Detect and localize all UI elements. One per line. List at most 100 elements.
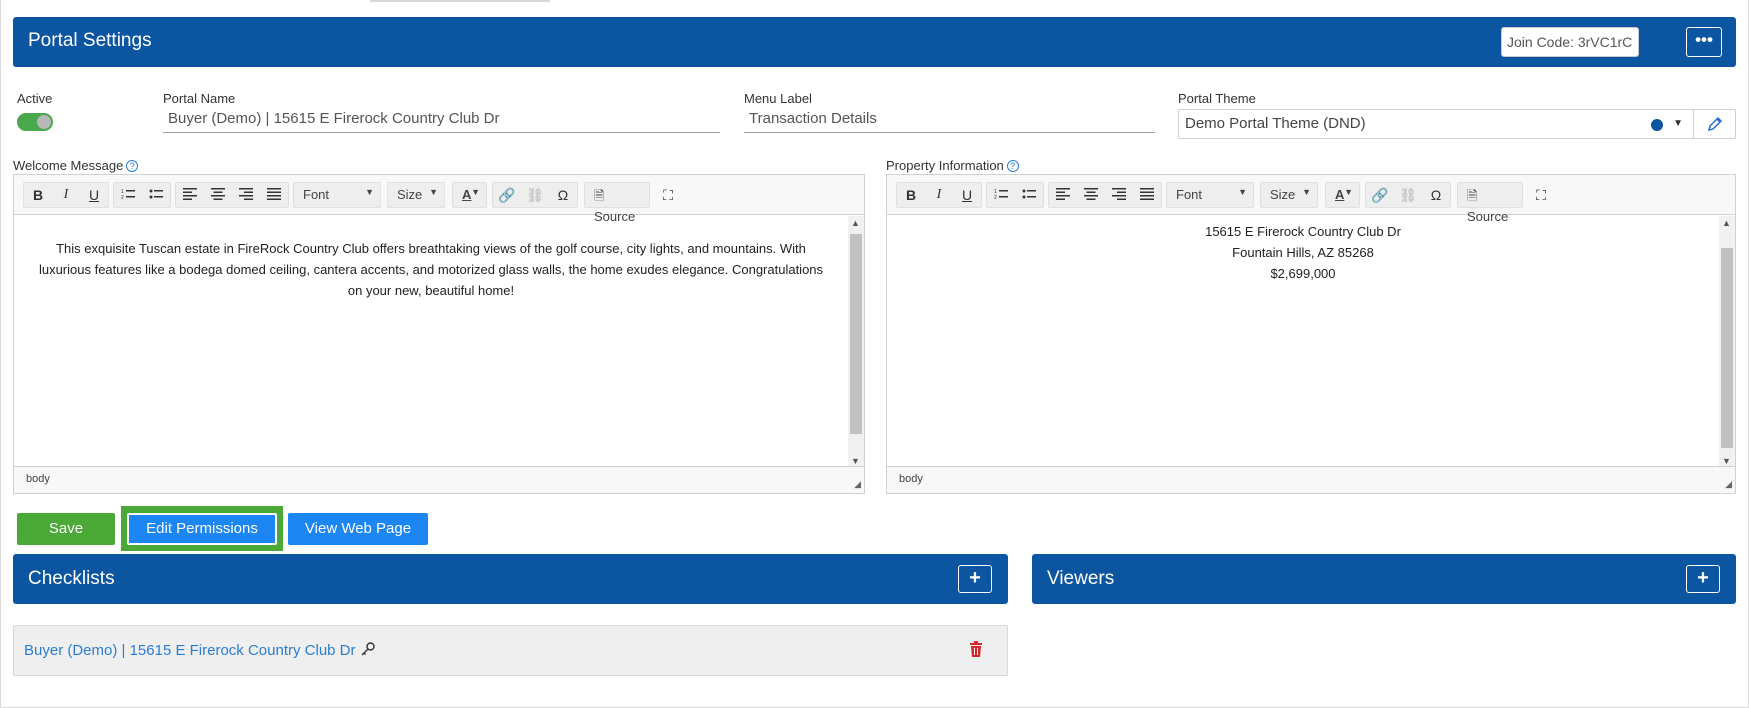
align-center-icon[interactable] [204, 183, 232, 207]
size-dropdown[interactable]: Size ▼ [1260, 182, 1318, 208]
numbered-list-icon[interactable]: 12 [987, 183, 1015, 207]
bulleted-list-icon[interactable] [142, 183, 170, 207]
align-left-icon[interactable] [1049, 183, 1077, 207]
font-dropdown-label: Font [303, 187, 330, 202]
active-label: Active [17, 91, 53, 106]
insert-group: 🔗 ⛓ Ω [1365, 182, 1451, 208]
scroll-down-icon[interactable]: ▼ [851, 456, 860, 466]
property-information-label-text: Property Information [886, 158, 1004, 173]
link-icon[interactable]: 🔗 [493, 183, 521, 207]
list-group: 12 [113, 182, 171, 208]
source-button[interactable]: 🗎 Source [1457, 182, 1523, 224]
list-item: Buyer (Demo) | 15615 E Firerock Country … [13, 625, 1008, 676]
join-code-field[interactable]: Join Code: 3rVC1rC [1501, 27, 1639, 57]
font-dropdown[interactable]: Font ▼ [293, 182, 381, 208]
property-scrollbar[interactable]: ▲ ▼ [1719, 216, 1735, 468]
editor-statusbar: body ◢ [14, 466, 864, 493]
property-price: $2,699,000 [1270, 266, 1336, 281]
edit-permissions-button[interactable]: Edit Permissions [127, 513, 277, 545]
portal-name-label: Portal Name [163, 91, 236, 106]
element-path[interactable]: body [899, 473, 923, 485]
trash-icon[interactable] [969, 641, 983, 657]
scrollbar-thumb[interactable] [850, 234, 862, 434]
align-left-icon[interactable] [176, 183, 204, 207]
element-path[interactable]: body [26, 473, 50, 485]
unlink-icon[interactable]: ⛓ [1394, 183, 1422, 207]
source-icon: 🗎 [594, 188, 605, 203]
chevron-down-icon: ▼ [429, 187, 438, 197]
menu-label-label: Menu Label [744, 91, 812, 106]
justify-icon[interactable] [260, 183, 288, 207]
chevron-down-icon: ▼ [1238, 187, 1247, 197]
italic-button[interactable]: I [925, 183, 953, 207]
property-address-line1: 15615 E Firerock Country Club Dr [1205, 224, 1401, 239]
property-information-editor: B I U 12 Font ▼ Size ▼ A ▼ 🔗 ⛓ Ω 🗎 Source ⛶… [886, 174, 1736, 494]
help-icon[interactable]: ? [1006, 160, 1019, 172]
scroll-up-icon[interactable]: ▲ [851, 218, 860, 228]
justify-icon[interactable] [1133, 183, 1161, 207]
checklists-header: Checklists + [13, 554, 1008, 604]
portal-theme-select[interactable]: Demo Portal Theme (DND) ▼ [1178, 109, 1694, 139]
basic-styles-group: B I U [23, 182, 109, 208]
source-icon: 🗎 [1467, 188, 1478, 203]
editor-toolbar: B I U 12 Font ▼ Size ▼ A ▼ 🔗 ⛓ Ω 🗎 Source ⛶ [14, 175, 864, 224]
italic-button[interactable]: I [52, 183, 80, 207]
welcome-message-content[interactable]: This exquisite Tuscan estate in FireRock… [14, 216, 848, 468]
view-web-page-button[interactable]: View Web Page [288, 513, 428, 545]
numbered-list-icon[interactable]: 12 [114, 183, 142, 207]
text-color-icon: A [462, 187, 472, 202]
more-options-button[interactable]: ••• [1686, 27, 1722, 57]
bulleted-list-icon[interactable] [1015, 183, 1043, 207]
bold-button[interactable]: B [897, 183, 925, 207]
edit-theme-button[interactable] [1693, 109, 1736, 139]
toggle-knob [37, 115, 51, 129]
unlink-icon[interactable]: ⛓ [521, 183, 549, 207]
resize-grip-icon[interactable]: ◢ [1725, 479, 1732, 490]
active-toggle[interactable] [17, 113, 53, 131]
link-icon[interactable]: 🔗 [1366, 183, 1394, 207]
bold-button[interactable]: B [24, 183, 52, 207]
help-icon[interactable]: ? [126, 160, 139, 172]
checklist-link[interactable]: Buyer (Demo) | 15615 E Firerock Country … [24, 641, 376, 659]
maximize-icon[interactable]: ⛶ [1527, 183, 1555, 207]
menu-label-input[interactable]: Transaction Details [744, 105, 1155, 133]
portal-settings-header: Portal Settings Join Code: 3rVC1rC ••• [13, 17, 1736, 67]
maximize-icon[interactable]: ⛶ [654, 183, 682, 207]
basic-styles-group: B I U [896, 182, 982, 208]
add-checklist-button[interactable]: + [958, 565, 992, 593]
scroll-up-icon[interactable]: ▲ [1722, 218, 1731, 228]
underline-button[interactable]: U [953, 183, 981, 207]
svg-text:2: 2 [994, 195, 997, 200]
pencil-icon [1707, 116, 1722, 132]
text-color-button[interactable]: A ▼ [1325, 182, 1360, 208]
scroll-down-icon[interactable]: ▼ [1722, 456, 1731, 466]
property-information-content[interactable]: 15615 E Firerock Country Club Dr Fountai… [887, 216, 1719, 468]
align-center-icon[interactable] [1077, 183, 1105, 207]
key-icon [361, 642, 375, 656]
text-color-button[interactable]: A ▼ [452, 182, 487, 208]
size-dropdown[interactable]: Size ▼ [387, 182, 445, 208]
editor-toolbar: B I U 12 Font ▼ Size ▼ A ▼ 🔗 ⛓ Ω 🗎 Source ⛶ [887, 175, 1735, 224]
special-character-button[interactable]: Ω [1422, 183, 1450, 207]
insert-group: 🔗 ⛓ Ω [492, 182, 578, 208]
size-dropdown-label: Size [397, 187, 423, 202]
list-group: 12 [986, 182, 1044, 208]
save-button[interactable]: Save [17, 513, 115, 545]
welcome-message-label-text: Welcome Message [13, 158, 124, 173]
align-right-icon[interactable] [1105, 183, 1133, 207]
viewers-header: Viewers + [1032, 554, 1736, 604]
resize-grip-icon[interactable]: ◢ [854, 479, 861, 490]
chevron-down-icon: ▼ [1302, 187, 1311, 197]
chevron-down-icon: ▼ [1673, 118, 1683, 129]
welcome-message-editor: B I U 12 Font ▼ Size ▼ A ▼ 🔗 ⛓ Ω 🗎 Source ⛶… [13, 174, 865, 494]
align-right-icon[interactable] [232, 183, 260, 207]
add-viewer-button[interactable]: + [1686, 565, 1720, 593]
special-character-button[interactable]: Ω [549, 183, 577, 207]
scrollbar-thumb[interactable] [1721, 248, 1733, 448]
welcome-message-label: Welcome Message? [13, 158, 139, 173]
welcome-scrollbar[interactable]: ▲ ▼ [848, 216, 864, 468]
source-button[interactable]: 🗎 Source [584, 182, 650, 224]
underline-button[interactable]: U [80, 183, 108, 207]
font-dropdown[interactable]: Font ▼ [1166, 182, 1254, 208]
portal-name-input[interactable]: Buyer (Demo) | 15615 E Firerock Country … [163, 105, 720, 133]
